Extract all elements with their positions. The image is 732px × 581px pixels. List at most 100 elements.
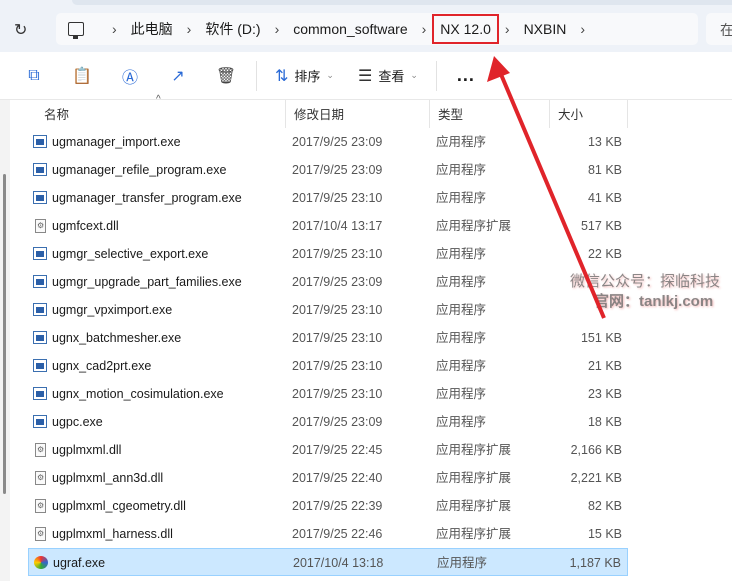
file-name: ugmgr_vpximport.exe [52,303,173,317]
exe-file-icon [33,303,47,316]
dll-file-icon [35,212,46,240]
file-type: 应用程序扩展 [436,443,512,457]
file-row[interactable]: ugmanager_import.exe 2017/9/25 23:09 应用程… [28,128,628,156]
file-size: 15 KB [587,527,622,541]
file-type: 应用程序扩展 [436,527,512,541]
file-name: ugmfcext.dll [52,219,119,233]
file-type: 应用程序 [436,135,487,149]
file-row[interactable]: ugplmxml_ann3d.dll 2017/9/25 22:40 应用程序扩… [28,464,628,492]
refresh-icon[interactable]: ↻ [14,20,27,40]
chevron-right-icon[interactable]: › [580,21,585,37]
file-size: 151 KB [580,331,622,345]
column-name[interactable]: 名称 [28,100,286,128]
file-row[interactable]: ugmgr_upgrade_part_families.exe 2017/9/2… [28,268,628,296]
file-type: 应用程序 [436,163,487,177]
breadcrumb-common-software[interactable]: common_software [293,21,407,37]
file-row[interactable]: ugmgr_selective_export.exe 2017/9/25 23:… [28,240,628,268]
exe-file-icon [33,135,47,148]
sort-label: 排序 [294,69,321,84]
view-label: 查看 [378,69,405,84]
sort-button[interactable]: ⇅ 排序 ⌄ [275,66,334,86]
file-name: ugplmxml.dll [52,443,122,457]
file-date: 2017/9/25 22:46 [292,527,383,541]
file-size: 23 KB [587,387,622,401]
column-type[interactable]: 类型 [430,100,550,128]
file-row[interactable]: ugplmxml_harness.dll 2017/9/25 22:46 应用程… [28,520,628,548]
file-name: ugnx_motion_cosimulation.exe [52,387,224,401]
divider [256,60,257,91]
file-row[interactable]: ugmanager_transfer_program.exe 2017/9/25… [28,184,628,212]
file-type: 应用程序 [436,303,487,317]
watermark: 微信公众号：探临科技 官网：tanlkj.com [570,272,720,312]
chevron-right-icon[interactable]: › [275,21,280,37]
file-date: 2017/9/25 22:45 [292,443,383,457]
address-bar[interactable]: › 此电脑 › 软件 (D:) › common_software › NX 1… [56,13,698,45]
file-size: 82 KB [587,499,622,513]
file-type: 应用程序扩展 [436,219,512,233]
file-type: 应用程序 [437,556,488,570]
file-type: 应用程序 [436,359,487,373]
file-date: 2017/9/25 22:39 [292,499,383,513]
chevron-right-icon[interactable]: › [422,21,427,37]
file-name: ugmgr_upgrade_part_families.exe [52,275,242,289]
column-size[interactable]: 大小 [550,100,628,128]
computer-icon[interactable] [68,22,84,39]
file-row[interactable]: ugplmxml.dll 2017/9/25 22:45 应用程序扩展 2,16… [28,436,628,464]
share-icon[interactable]: ↗ [154,66,202,86]
file-date: 2017/9/25 23:10 [292,191,383,205]
file-name: ugmgr_selective_export.exe [52,247,209,261]
file-name: ugmanager_import.exe [52,135,181,149]
file-date: 2017/9/25 23:10 [292,331,383,345]
file-date: 2017/9/25 23:09 [292,415,383,429]
exe-file-icon [34,556,48,569]
command-bar: ⧉ 📋 Ⓐ ↗ 🗑 ⇅ 排序 ⌄ ☰ 查看 ⌄ ... [0,52,732,100]
file-type: 应用程序 [436,191,487,205]
dll-file-icon [35,492,46,520]
file-row[interactable]: ugraf.exe 2017/10/4 13:18 应用程序 1,187 KB [28,548,628,576]
exe-file-icon [33,331,47,344]
file-row[interactable]: ugpc.exe 2017/9/25 23:09 应用程序 18 KB [28,408,628,436]
chevron-right-icon[interactable]: › [505,21,510,37]
file-list: ugmanager_import.exe 2017/9/25 23:09 应用程… [28,128,628,576]
file-type: 应用程序扩展 [436,471,512,485]
file-size: 517 KB [580,219,622,233]
scrollbar-thumb[interactable] [3,174,6,494]
file-date: 2017/9/25 23:10 [292,387,383,401]
file-name: ugnx_cad2prt.exe [52,359,152,373]
file-row[interactable]: ugnx_batchmesher.exe 2017/9/25 23:10 应用程… [28,324,628,352]
file-row[interactable]: ugplmxml_cgeometry.dll 2017/9/25 22:39 应… [28,492,628,520]
delete-icon[interactable]: 🗑 [202,66,250,86]
exe-file-icon [33,163,47,176]
breadcrumb-nx12[interactable]: NX 12.0 [432,14,499,44]
chevron-right-icon[interactable]: › [112,21,117,37]
more-button[interactable]: ... [457,65,475,86]
copy-icon[interactable]: ⧉ [10,67,58,85]
breadcrumb-drive-d[interactable]: 软件 (D:) [205,19,260,39]
file-type: 应用程序 [436,387,487,401]
file-row[interactable]: ugmfcext.dll 2017/10/4 13:17 应用程序扩展 517 … [28,212,628,240]
chevron-down-icon: ⌄ [326,70,334,80]
file-row[interactable]: ugmanager_refile_program.exe 2017/9/25 2… [28,156,628,184]
view-list-icon: ☰ [357,67,373,85]
view-button[interactable]: ☰ 查看 ⌄ [358,66,418,86]
column-date[interactable]: 修改日期 [286,100,430,128]
exe-file-icon [33,387,47,400]
paste-icon[interactable]: 📋 [58,66,106,86]
rename-icon[interactable]: Ⓐ [106,64,154,88]
file-date: 2017/9/25 23:10 [292,303,383,317]
breadcrumb-nxbin[interactable]: NXBIN [524,21,567,37]
file-row[interactable]: ugnx_motion_cosimulation.exe 2017/9/25 2… [28,380,628,408]
file-name: ugraf.exe [53,556,106,570]
chevron-right-icon[interactable]: › [187,21,192,37]
scrollbar[interactable] [0,100,10,581]
file-name: ugpc.exe [52,415,103,429]
file-row[interactable]: ugnx_cad2prt.exe 2017/9/25 23:10 应用程序 21… [28,352,628,380]
file-name: ugplmxml_cgeometry.dll [52,499,186,513]
divider [435,60,437,91]
file-row[interactable]: ugmgr_vpximport.exe 2017/9/25 23:10 应用程序 [28,296,628,324]
search-input[interactable]: 在 [706,13,732,45]
file-date: 2017/9/25 23:09 [292,163,383,177]
file-name: ugnx_batchmesher.exe [52,331,182,345]
exe-file-icon [33,191,47,204]
breadcrumb-this-pc[interactable]: 此电脑 [131,19,173,39]
